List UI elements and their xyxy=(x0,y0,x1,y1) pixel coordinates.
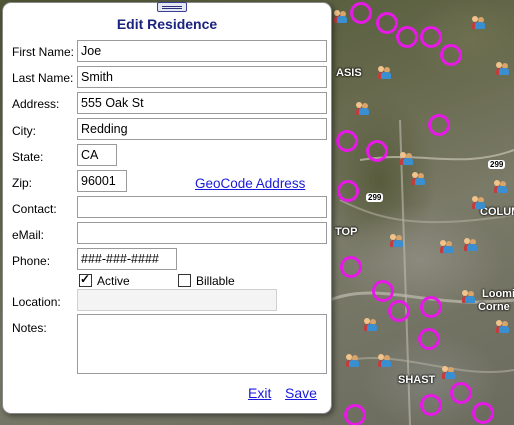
state-label: State: xyxy=(12,150,44,164)
residence-icon[interactable] xyxy=(438,240,456,254)
active-label: Active xyxy=(97,274,130,288)
map-label: SHAST xyxy=(398,374,436,386)
location-field xyxy=(77,289,277,311)
email-label: eMail: xyxy=(12,228,45,242)
residence-icon[interactable] xyxy=(440,366,458,380)
residence-marker[interactable] xyxy=(420,394,442,416)
billable-checkbox[interactable] xyxy=(178,274,191,287)
map-label: TOP xyxy=(335,226,358,238)
state-field[interactable]: CA xyxy=(77,144,117,166)
residence-icon[interactable] xyxy=(494,320,512,334)
residence-marker[interactable] xyxy=(472,402,494,424)
city-field[interactable]: Redding xyxy=(77,118,327,140)
residence-marker[interactable] xyxy=(396,26,418,48)
residence-icon[interactable] xyxy=(332,10,350,24)
residence-icon[interactable] xyxy=(354,102,372,116)
location-label: Location: xyxy=(12,295,61,309)
residence-marker[interactable] xyxy=(450,382,472,404)
residence-marker[interactable] xyxy=(372,280,394,302)
residence-icon[interactable] xyxy=(376,66,394,80)
residence-icon[interactable] xyxy=(362,318,380,332)
last-name-label: Last Name: xyxy=(12,71,74,85)
residence-marker[interactable] xyxy=(366,140,388,162)
residence-icon[interactable] xyxy=(494,62,512,76)
email-field[interactable] xyxy=(77,222,327,244)
map-label: ASIS xyxy=(336,67,362,79)
residence-icon[interactable] xyxy=(462,238,480,252)
residence-marker[interactable] xyxy=(428,114,450,136)
residence-icon[interactable] xyxy=(410,172,428,186)
contact-field[interactable] xyxy=(77,196,327,218)
notes-label: Notes: xyxy=(12,321,47,335)
residence-icon[interactable] xyxy=(470,16,488,30)
residence-marker[interactable] xyxy=(388,300,410,322)
residence-icon[interactable] xyxy=(470,196,488,210)
phone-label: Phone: xyxy=(12,254,51,268)
address-label: Address: xyxy=(12,97,60,111)
residence-marker[interactable] xyxy=(376,12,398,34)
notes-field[interactable] xyxy=(77,314,327,374)
edit-residence-dialog: Edit Residence First Name: Joe Last Name… xyxy=(2,2,332,414)
drag-handle[interactable] xyxy=(157,2,187,12)
dialog-title: Edit Residence xyxy=(116,16,218,32)
residence-icon[interactable] xyxy=(398,152,416,166)
map-label: Loomi xyxy=(482,288,514,300)
zip-label: Zip: xyxy=(12,176,33,190)
residence-icon[interactable] xyxy=(460,290,478,304)
last-name-field[interactable]: Smith xyxy=(77,66,327,88)
city-label: City: xyxy=(12,124,36,138)
first-name-field[interactable]: Joe xyxy=(77,40,327,62)
geocode-address-link[interactable]: GeoCode Address xyxy=(195,176,305,191)
contact-label: Contact: xyxy=(12,202,57,216)
residence-marker[interactable] xyxy=(344,404,366,425)
residence-marker[interactable] xyxy=(337,180,359,202)
residence-marker[interactable] xyxy=(420,26,442,48)
active-checkbox[interactable] xyxy=(79,272,92,287)
residence-marker[interactable] xyxy=(350,2,372,24)
residence-marker[interactable] xyxy=(336,130,358,152)
phone-field[interactable]: ###-###-#### xyxy=(77,248,177,270)
residence-icon[interactable] xyxy=(376,354,394,368)
residence-marker[interactable] xyxy=(420,296,442,318)
residence-icon[interactable] xyxy=(388,234,406,248)
road-shield: 299 xyxy=(366,193,384,202)
residence-marker[interactable] xyxy=(440,44,462,66)
first-name-label: First Name: xyxy=(12,45,75,59)
residence-icon[interactable] xyxy=(492,180,510,194)
address-field[interactable]: 555 Oak St xyxy=(77,92,327,114)
map-label: Corne xyxy=(478,301,510,313)
save-button[interactable]: Save xyxy=(285,385,317,401)
residence-icon[interactable] xyxy=(344,354,362,368)
residence-marker[interactable] xyxy=(340,256,362,278)
exit-button[interactable]: Exit xyxy=(248,385,271,401)
zip-field[interactable]: 96001 xyxy=(77,170,127,192)
residence-marker[interactable] xyxy=(418,328,440,350)
billable-label: Billable xyxy=(196,274,235,288)
road-shield: 299 xyxy=(488,160,506,169)
